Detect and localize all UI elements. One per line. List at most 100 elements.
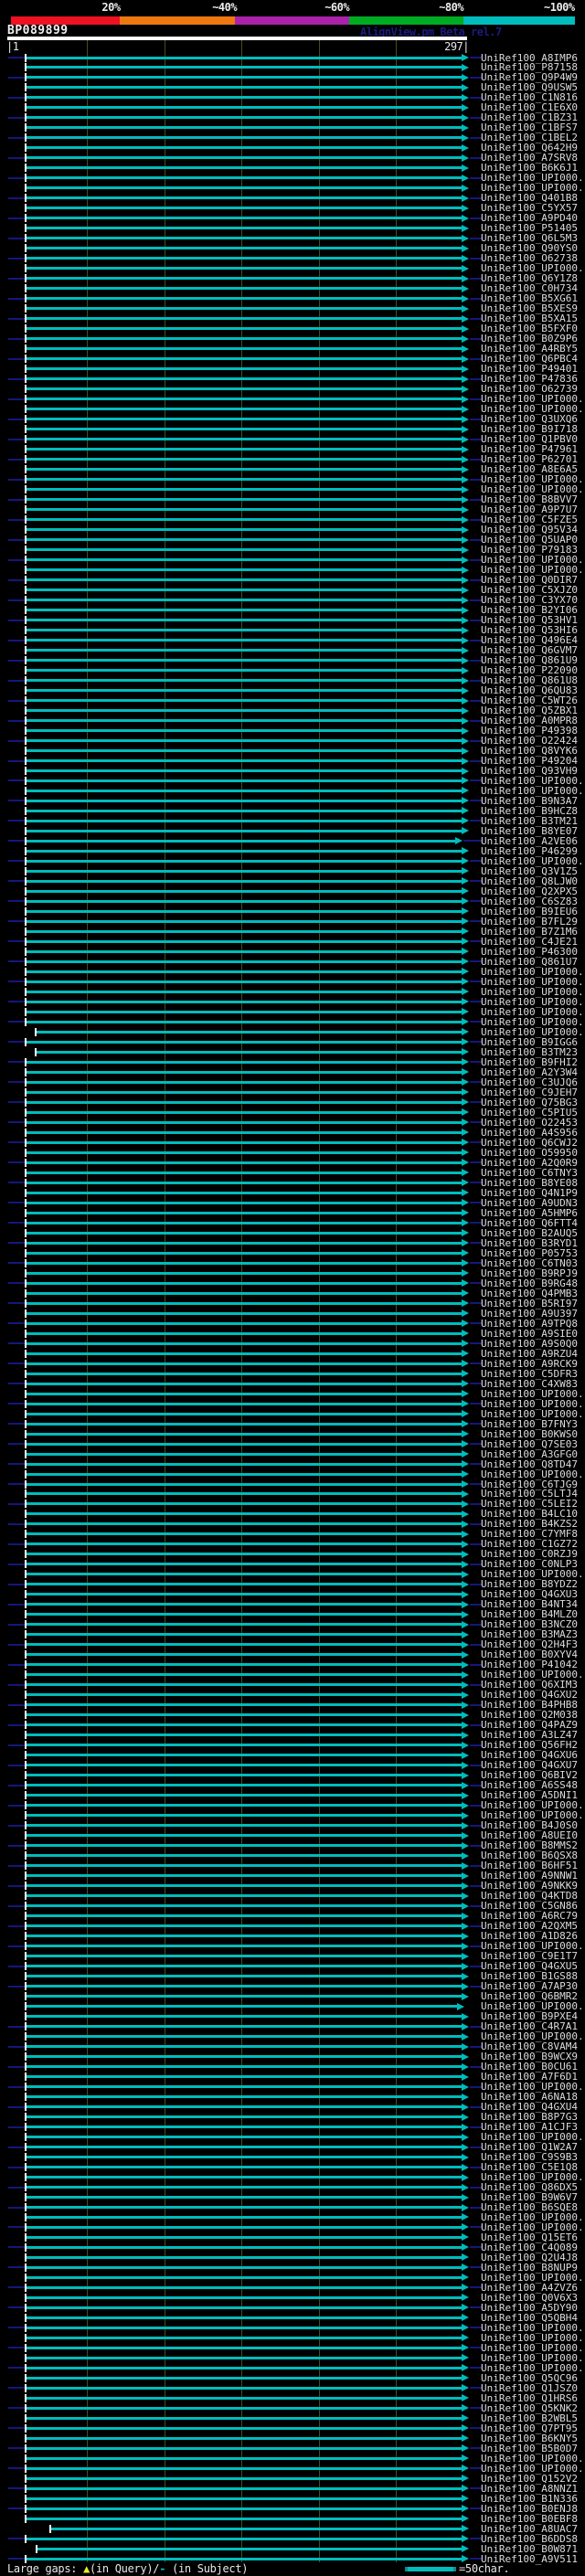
alignment-bar[interactable]	[27, 156, 462, 160]
alignment-bar[interactable]	[27, 357, 462, 361]
alignment-bar[interactable]	[27, 1914, 462, 1918]
alignment-bar[interactable]	[27, 1774, 462, 1777]
alignment-bar[interactable]	[27, 1532, 462, 1536]
subject-label[interactable]: UniRef100_C4XW83	[481, 1379, 585, 1389]
alignment-row[interactable]: UniRef100_Q7SE03	[0, 1439, 585, 1449]
subject-label[interactable]: UniRef100_A9RCK9	[481, 1359, 585, 1369]
alignment-bar[interactable]	[27, 86, 462, 90]
alignment-bar[interactable]	[27, 839, 455, 843]
alignment-bar[interactable]	[27, 2245, 462, 2249]
alignment-bar[interactable]	[27, 136, 462, 140]
alignment-bar[interactable]	[27, 2095, 462, 2099]
alignment-bar[interactable]	[27, 2285, 462, 2289]
alignment-bar[interactable]	[27, 2295, 462, 2299]
alignment-bar[interactable]	[27, 1593, 462, 1596]
alignment-bar[interactable]	[27, 56, 462, 59]
alignment-bar[interactable]	[27, 1754, 462, 1757]
alignment-bar[interactable]	[27, 1894, 462, 1898]
alignment-bar[interactable]	[27, 2255, 462, 2259]
alignment-bar[interactable]	[27, 2035, 462, 2039]
alignment-bar[interactable]	[27, 1080, 462, 1084]
alignment-row[interactable]: UniRef100_Q8TD47	[0, 1459, 585, 1469]
alignment-bar[interactable]	[27, 1040, 462, 1044]
alignment-bar[interactable]	[27, 2225, 462, 2229]
alignment-bar[interactable]	[27, 1935, 462, 1938]
alignment-bar[interactable]	[27, 1291, 462, 1295]
alignment-bar[interactable]	[27, 1020, 462, 1023]
alignment-bar[interactable]	[27, 96, 462, 100]
subject-label[interactable]: UniRef100_Q4PMB3	[481, 1288, 585, 1299]
alignment-bar[interactable]	[27, 1904, 462, 1908]
alignment-bar[interactable]	[27, 1834, 462, 1838]
alignment-bar[interactable]	[27, 1814, 462, 1818]
subject-label[interactable]: UniRef100_A9SIE0	[481, 1329, 585, 1339]
alignment-bar[interactable]	[27, 1181, 462, 1184]
alignment-bar[interactable]	[27, 347, 462, 351]
alignment-bar[interactable]	[27, 1733, 462, 1737]
alignment-bar[interactable]	[27, 990, 462, 993]
alignment-bar[interactable]	[27, 1583, 462, 1586]
alignment-bar[interactable]	[27, 789, 462, 792]
alignment-bar[interactable]	[27, 699, 462, 703]
subject-label[interactable]: UniRef100_P05753	[481, 1248, 585, 1258]
alignment-bar[interactable]	[27, 468, 462, 472]
alignment-bar[interactable]	[27, 759, 462, 762]
alignment-bar[interactable]	[27, 307, 462, 311]
alignment-bar[interactable]	[27, 1884, 462, 1888]
alignment-row[interactable]: UniRef100_B7FNY3	[0, 1419, 585, 1429]
alignment-row[interactable]: UniRef100_A3GFG0	[0, 1449, 585, 1459]
alignment-bar[interactable]	[27, 1512, 462, 1516]
alignment-bar[interactable]	[27, 518, 462, 522]
alignment-bar[interactable]	[27, 1643, 462, 1647]
alignment-bar[interactable]	[27, 2176, 462, 2179]
alignment-bar[interactable]	[27, 2055, 462, 2059]
alignment-bar[interactable]	[27, 398, 462, 401]
alignment-bar[interactable]	[27, 749, 462, 753]
alignment-bar[interactable]	[27, 1271, 462, 1275]
subject-label[interactable]: UniRef100_A3GFG0	[481, 1449, 585, 1459]
alignment-bar[interactable]	[27, 1472, 462, 1476]
alignment-bar[interactable]	[27, 2416, 462, 2420]
alignment-row[interactable]: UniRef100_A9U397	[0, 1309, 585, 1319]
alignment-bar[interactable]	[27, 588, 462, 592]
alignment-bar[interactable]	[27, 2326, 462, 2329]
alignment-row[interactable]: UniRef100_C6TN03	[0, 1258, 585, 1268]
alignment-bar[interactable]	[27, 649, 462, 652]
alignment-bar[interactable]	[27, 76, 462, 80]
alignment-bar[interactable]	[27, 116, 462, 120]
alignment-row[interactable]: UniRef100_A9SIE0	[0, 1329, 585, 1339]
alignment-bar[interactable]	[27, 1613, 462, 1617]
alignment-bar[interactable]	[27, 1221, 462, 1224]
alignment-bar[interactable]	[27, 1723, 462, 1727]
alignment-bar[interactable]	[27, 438, 462, 441]
alignment-bar[interactable]	[27, 367, 462, 371]
alignment-bar[interactable]	[27, 1090, 462, 1094]
alignment-bar[interactable]	[27, 2376, 462, 2380]
alignment-bar[interactable]	[27, 2065, 462, 2069]
alignment-bar[interactable]	[27, 659, 462, 663]
alignment-bar[interactable]	[27, 1321, 462, 1325]
alignment-bar[interactable]	[27, 247, 462, 250]
alignment-bar[interactable]	[27, 1060, 462, 1064]
alignment-bar[interactable]	[27, 669, 462, 673]
alignment-bar[interactable]	[27, 1653, 462, 1657]
alignment-bar[interactable]	[27, 729, 462, 733]
alignment-row[interactable]: UniRef100_A9RCK9	[0, 1359, 585, 1369]
alignment-bar[interactable]	[27, 2366, 462, 2369]
alignment-bar[interactable]	[27, 769, 462, 772]
alignment-bar[interactable]	[27, 2025, 462, 2029]
alignment-bar[interactable]	[27, 1301, 462, 1305]
alignment-row[interactable]: UniRef100_UPI000..	[0, 1469, 585, 1479]
alignment-bar[interactable]	[27, 2186, 462, 2189]
alignment-bar[interactable]	[27, 337, 462, 341]
alignment-bar[interactable]	[27, 1995, 462, 1998]
subject-label[interactable]: UniRef100_C6TN03	[481, 1258, 585, 1268]
alignment-bar[interactable]	[27, 980, 462, 983]
alignment-bar[interactable]	[27, 2275, 462, 2279]
alignment-bar[interactable]	[27, 859, 462, 863]
alignment-bar[interactable]	[27, 2075, 462, 2079]
alignment-bar[interactable]	[27, 2156, 462, 2159]
alignment-bar[interactable]	[27, 1975, 462, 1978]
alignment-bar[interactable]	[27, 719, 462, 723]
alignment-bar[interactable]	[27, 408, 462, 411]
